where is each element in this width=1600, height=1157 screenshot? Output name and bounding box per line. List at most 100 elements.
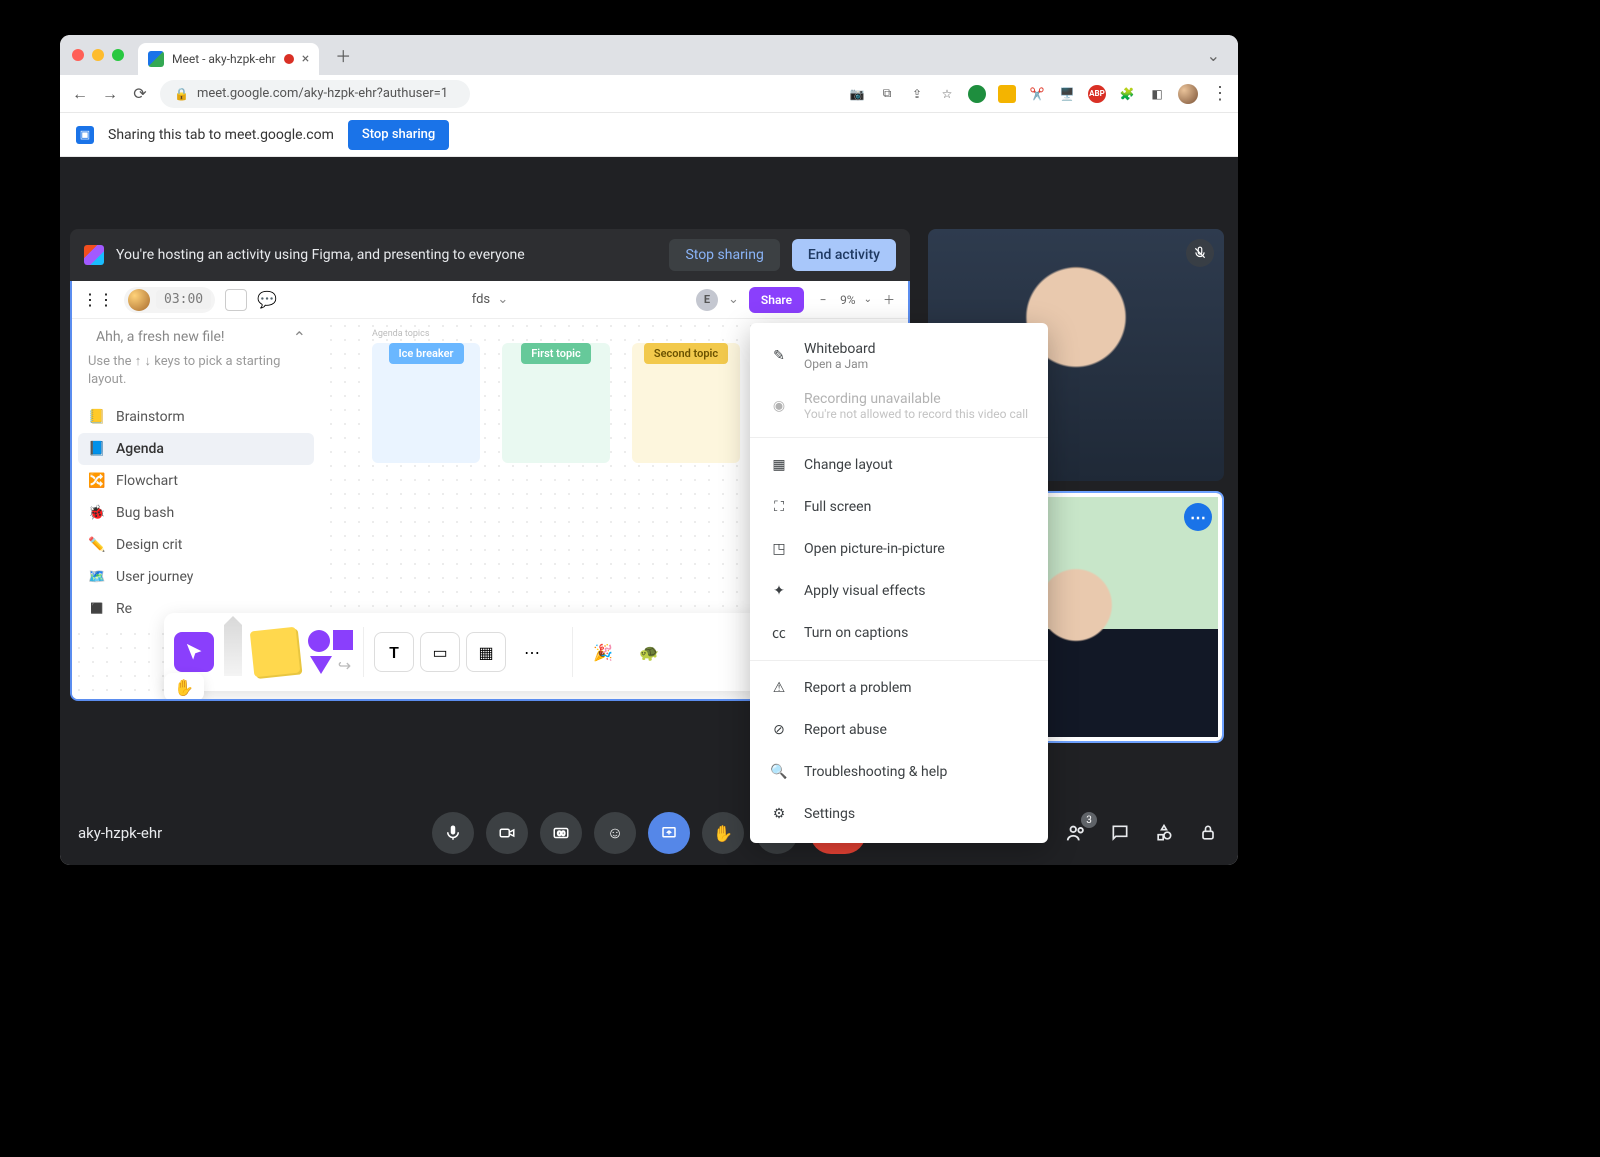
table-tool[interactable]: ▦ — [466, 632, 506, 672]
url-text: meet.google.com/aky-hzpk-ehr?authuser=1 — [197, 86, 448, 101]
present-button[interactable] — [648, 812, 690, 854]
tab-title: Meet - aky-hzpk-ehr — [172, 52, 276, 66]
captions-icon: ㏄ — [768, 622, 790, 644]
meeting-code: aky-hzpk-ehr — [78, 824, 162, 842]
extensions-puzzle-icon[interactable]: 🧩 — [1118, 85, 1136, 103]
mic-button[interactable] — [432, 812, 474, 854]
bookmark-star-icon[interactable]: ☆ — [938, 85, 956, 103]
recording-indicator-icon — [284, 54, 294, 64]
chat-button[interactable] — [1108, 821, 1132, 845]
captions-button[interactable]: CC — [540, 812, 582, 854]
menu-fullscreen[interactable]: ⛶Full screen — [750, 486, 1048, 528]
zoom-chevron-icon[interactable]: ⌄ — [864, 294, 872, 305]
raise-hand-button[interactable]: ✋ — [702, 812, 744, 854]
menu-captions[interactable]: ㏄Turn on captions — [750, 612, 1048, 654]
file-name[interactable]: fds ⌄ — [472, 292, 509, 307]
camera-icon[interactable]: 📷 — [848, 85, 866, 103]
card-second-topic[interactable]: Second topic — [632, 343, 740, 463]
whiteboard-icon: ✎ — [768, 345, 790, 367]
zoom-value[interactable]: 9% — [840, 293, 856, 307]
forward-button[interactable]: → — [100, 84, 120, 104]
menu-whiteboard[interactable]: ✎ WhiteboardOpen a Jam — [750, 331, 1048, 381]
menu-report-problem[interactable]: ⚠Report a problem — [750, 667, 1048, 709]
menu-report-abuse[interactable]: ⊘Report abuse — [750, 709, 1048, 751]
extension-green-icon[interactable] — [968, 85, 986, 103]
collapse-panel-icon[interactable]: ⌃ — [293, 328, 306, 347]
tabs-dropdown-icon[interactable]: ⌄ — [1207, 46, 1220, 65]
section-tool[interactable]: ▭ — [420, 632, 460, 672]
report-abuse-icon: ⊘ — [768, 719, 790, 741]
close-window-button[interactable] — [72, 49, 84, 61]
template-sidepanel: Ahh, a fresh new file! ⌃ Use the ↑ ↓ key… — [72, 319, 320, 633]
adblock-icon[interactable]: ABP — [1088, 85, 1106, 103]
card-ice-breaker[interactable]: Ice breaker — [372, 343, 480, 463]
record-icon: ◉ — [768, 395, 790, 417]
select-tool[interactable] — [174, 632, 214, 672]
right-controls: ⓘ 3 — [1020, 821, 1220, 845]
fullscreen-icon: ⛶ — [768, 496, 790, 518]
timer-chip[interactable]: 03:00 — [124, 287, 215, 313]
minimize-window-button[interactable] — [92, 49, 104, 61]
comment-icon[interactable]: 💬 — [257, 290, 277, 309]
collaborator-chevron-icon[interactable]: ⌄ — [728, 292, 739, 307]
extension-scissors-icon[interactable]: ✂️ — [1028, 85, 1046, 103]
reactions-button[interactable]: ☺ — [594, 812, 636, 854]
template-user-journey[interactable]: 🗺️User journey — [78, 561, 314, 593]
more-tools[interactable]: ⋯ — [512, 632, 552, 672]
stop-sharing-tab-button[interactable]: Stop sharing — [348, 120, 449, 150]
share-icon[interactable]: ⇪ — [908, 85, 926, 103]
camera-button[interactable] — [486, 812, 528, 854]
address-bar[interactable]: 🔒 meet.google.com/aky-hzpk-ehr?authuser=… — [160, 80, 470, 108]
menu-visual-effects[interactable]: ✦Apply visual effects — [750, 570, 1048, 612]
end-activity-button[interactable]: End activity — [792, 239, 896, 271]
figma-menu-icon[interactable]: ⋮⋮ — [82, 290, 114, 309]
template-agenda[interactable]: 📘Agenda — [78, 433, 314, 465]
template-brainstorm[interactable]: 📒Brainstorm — [78, 401, 314, 433]
zoom-out-button[interactable]: − — [814, 293, 832, 307]
pip-icon: ◳ — [768, 538, 790, 560]
profile-avatar-icon[interactable] — [1178, 84, 1198, 104]
browser-tab[interactable]: Meet - aky-hzpk-ehr × — [138, 43, 319, 75]
pencil-tool[interactable] — [224, 616, 242, 676]
menu-settings[interactable]: ⚙Settings — [750, 793, 1048, 835]
menu-troubleshoot[interactable]: 🔍Troubleshooting & help — [750, 751, 1048, 793]
menu-change-layout[interactable]: ▦Change layout — [750, 444, 1048, 486]
sticker-tool[interactable]: 🐢 — [629, 632, 669, 672]
back-button[interactable]: ← — [70, 84, 90, 104]
template-flowchart[interactable]: 🔀Flowchart — [78, 465, 314, 497]
stop-sharing-activity-button[interactable]: Stop sharing — [669, 239, 779, 271]
menu-pip[interactable]: ◳Open picture-in-picture — [750, 528, 1048, 570]
open-external-icon[interactable]: ⧉ — [878, 85, 896, 103]
extension-monitor-icon[interactable]: 🖥️ — [1058, 85, 1076, 103]
reload-button[interactable]: ⟳ — [130, 84, 150, 104]
card-first-topic[interactable]: First topic — [502, 343, 610, 463]
tile-more-button[interactable]: ⋯ — [1184, 503, 1212, 531]
activity-banner-text: You're hosting an activity using Figma, … — [116, 247, 525, 263]
gear-icon: ⚙ — [768, 803, 790, 825]
svg-text:CC: CC — [557, 830, 565, 837]
new-tab-button[interactable]: ＋ — [329, 41, 357, 69]
stamp-tool[interactable]: 🎉 — [583, 632, 623, 672]
sticky-note-tool[interactable] — [250, 627, 301, 678]
chrome-menu-icon[interactable]: ⋮ — [1210, 85, 1228, 103]
side-panel-icon[interactable]: ◧ — [1148, 85, 1166, 103]
zoom-in-button[interactable]: ＋ — [880, 291, 898, 308]
extension-yellow-icon[interactable] — [998, 85, 1016, 103]
participants-button[interactable]: 3 — [1064, 821, 1088, 845]
agenda-icon: 📘 — [88, 440, 106, 458]
template-bug-bash[interactable]: 🐞Bug bash — [78, 497, 314, 529]
template-design-crit[interactable]: ✏️Design crit — [78, 529, 314, 561]
activities-button[interactable] — [1152, 821, 1176, 845]
text-tool[interactable]: T — [374, 632, 414, 672]
shapes-tool[interactable]: ↪ — [308, 630, 353, 675]
more-options-menu: ✎ WhiteboardOpen a Jam ◉ Recording unava… — [750, 323, 1048, 843]
browser-window: Meet - aky-hzpk-ehr × ＋ ⌄ ← → ⟳ 🔒 meet.g… — [60, 35, 1238, 865]
collaborator-avatar[interactable]: E — [696, 289, 718, 311]
close-tab-icon[interactable]: × — [302, 51, 309, 67]
maximize-window-button[interactable] — [112, 49, 124, 61]
figjam-share-button[interactable]: Share — [749, 287, 804, 313]
hand-tool[interactable]: ✋ — [164, 673, 204, 701]
figma-logo-icon — [84, 245, 104, 265]
layout-icon[interactable] — [225, 289, 247, 311]
host-controls-button[interactable] — [1196, 821, 1220, 845]
